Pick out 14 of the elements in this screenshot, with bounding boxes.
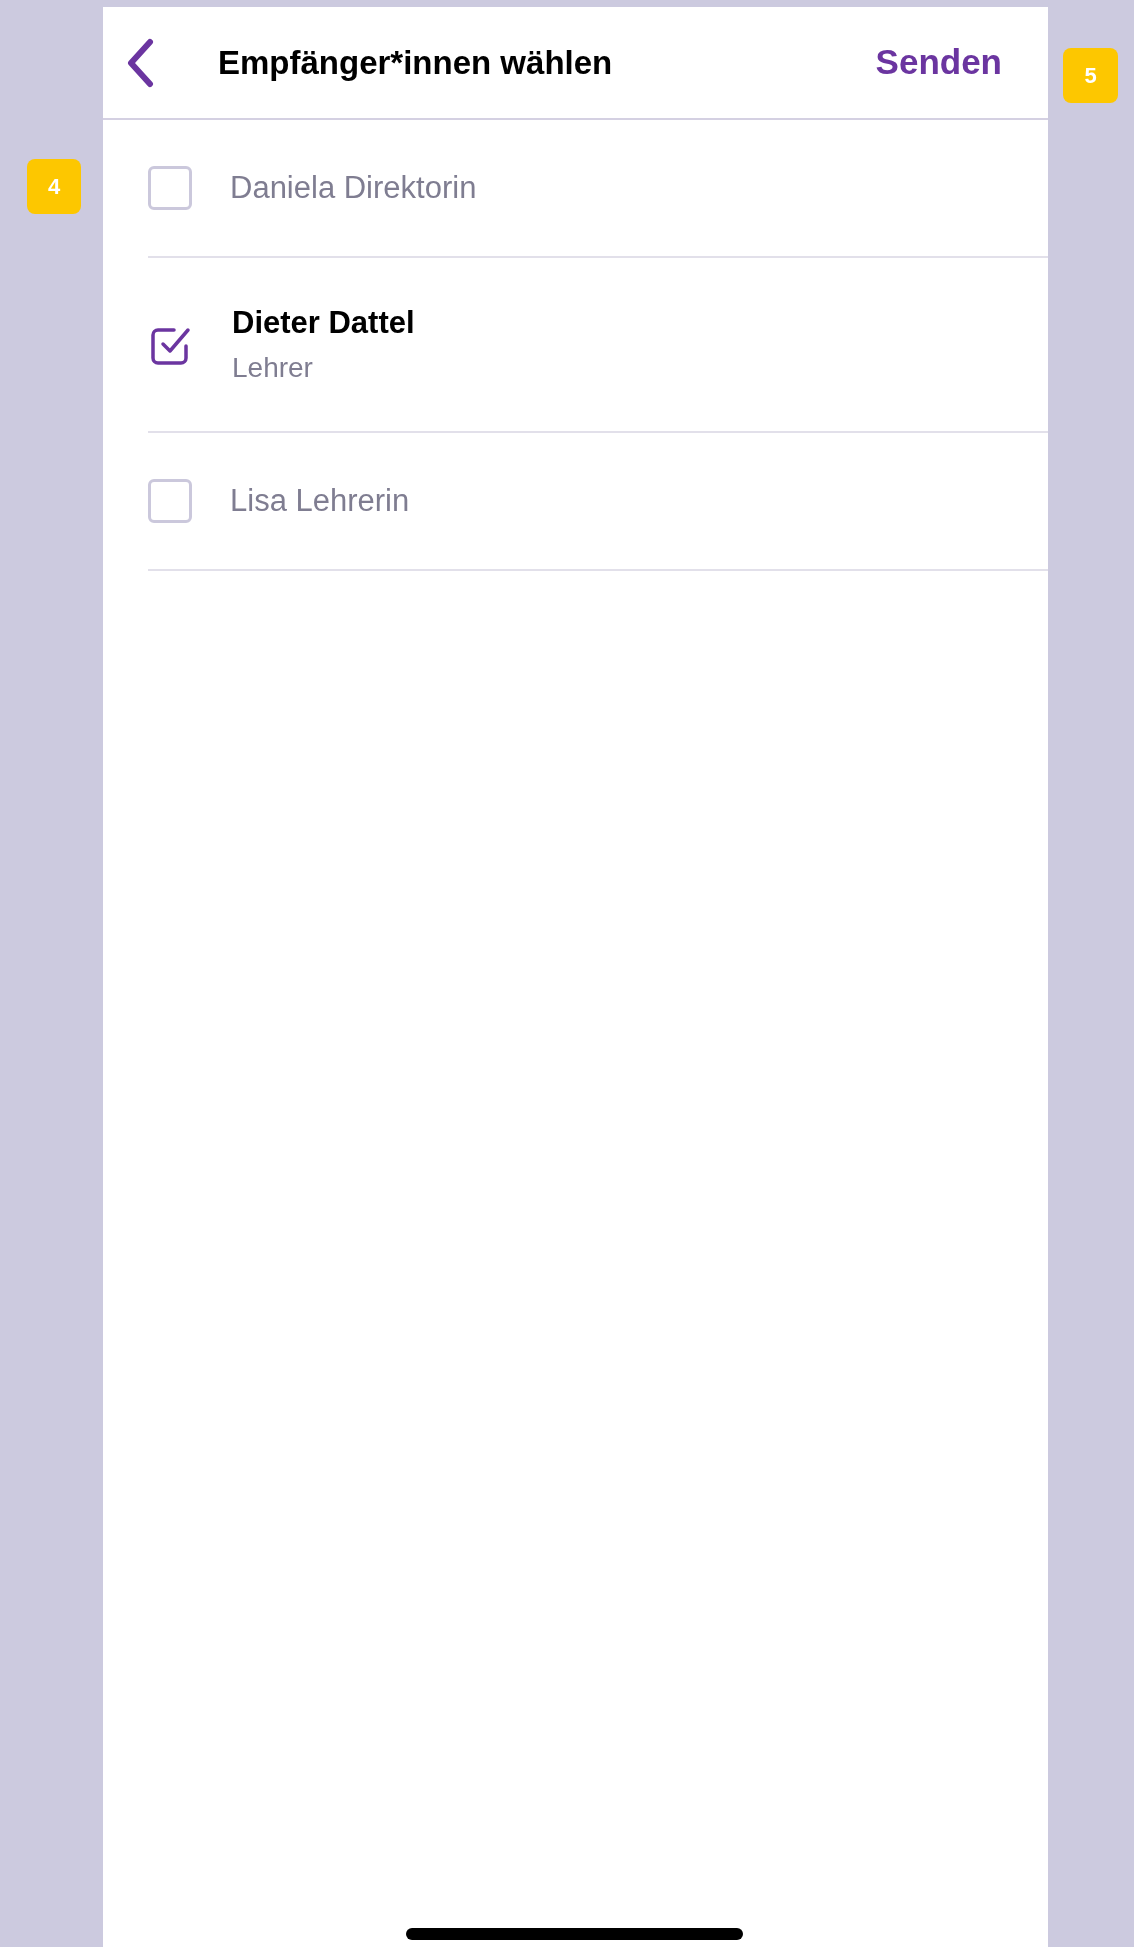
recipient-row[interactable]: Lisa Lehrerin	[148, 433, 1048, 571]
checkbox[interactable]	[148, 479, 192, 523]
send-button[interactable]: Senden	[875, 36, 1002, 89]
recipient-row[interactable]: Dieter Dattel Lehrer	[148, 258, 1048, 433]
recipient-role: Lehrer	[232, 350, 314, 385]
recipient-name: Dieter Dattel	[232, 304, 415, 343]
recipient-name: Daniela Direktorin	[230, 168, 477, 207]
screen-title: Empfänger*innen wählen	[218, 42, 613, 83]
recipient-name: Lisa Lehrerin	[230, 481, 410, 520]
back-icon[interactable]	[125, 37, 155, 88]
recipient-row[interactable]: Daniela Direktorin	[148, 120, 1048, 258]
annotation-badge: 4	[27, 159, 81, 214]
annotation-badge: 5	[1063, 48, 1118, 103]
checkbox[interactable]	[148, 166, 192, 210]
